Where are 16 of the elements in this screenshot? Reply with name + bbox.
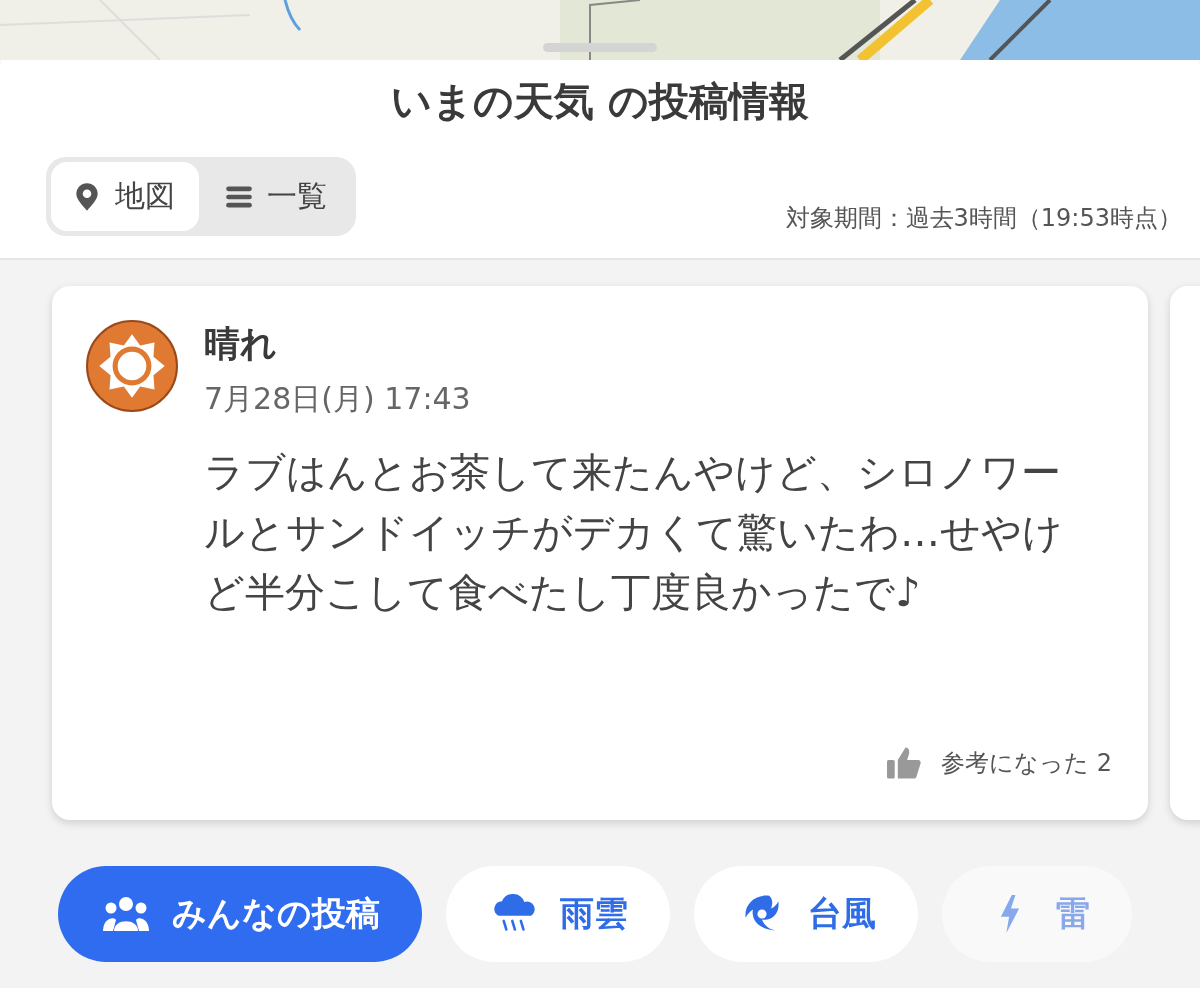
sheet-title: いまの天気 の投稿情報	[390, 77, 810, 126]
post-date: 7月28日(月) 17:43	[204, 380, 471, 418]
view-tab[interactable]: 地図	[51, 162, 199, 231]
post-card[interactable]: 晴れ 7月28日(月) 17:43 ラブはんとお茶して来たんやけど、シロノワールとサンドイッチがデカくて驚いたわ…せやけど半分こして食べたし丁度良かったで♪ 参考になった 2	[52, 286, 1148, 820]
weather-label: 晴れ	[204, 322, 278, 366]
category-chip[interactable]: みんなの投稿	[58, 866, 422, 962]
post-text: ラブはんとお茶して来たんやけど、シロノワールとサンドイッチがデカくて驚いたわ…せやけど半分こして食べたし丁度良かったで♪	[204, 448, 1064, 617]
view-tab[interactable]: 一覧	[203, 162, 351, 231]
category-chip[interactable]: 雨雲	[446, 866, 670, 962]
drag-handle[interactable]	[543, 43, 657, 52]
period-text: 対象期間：過去3時間（19:53時点）	[785, 203, 1182, 234]
people-icon	[102, 894, 150, 934]
thumbs-up-icon	[885, 746, 924, 780]
helpful-button[interactable]: 参考になった 2	[885, 746, 1112, 780]
category-chip[interactable]: 台風	[694, 866, 918, 962]
map-pin-icon	[73, 180, 101, 213]
